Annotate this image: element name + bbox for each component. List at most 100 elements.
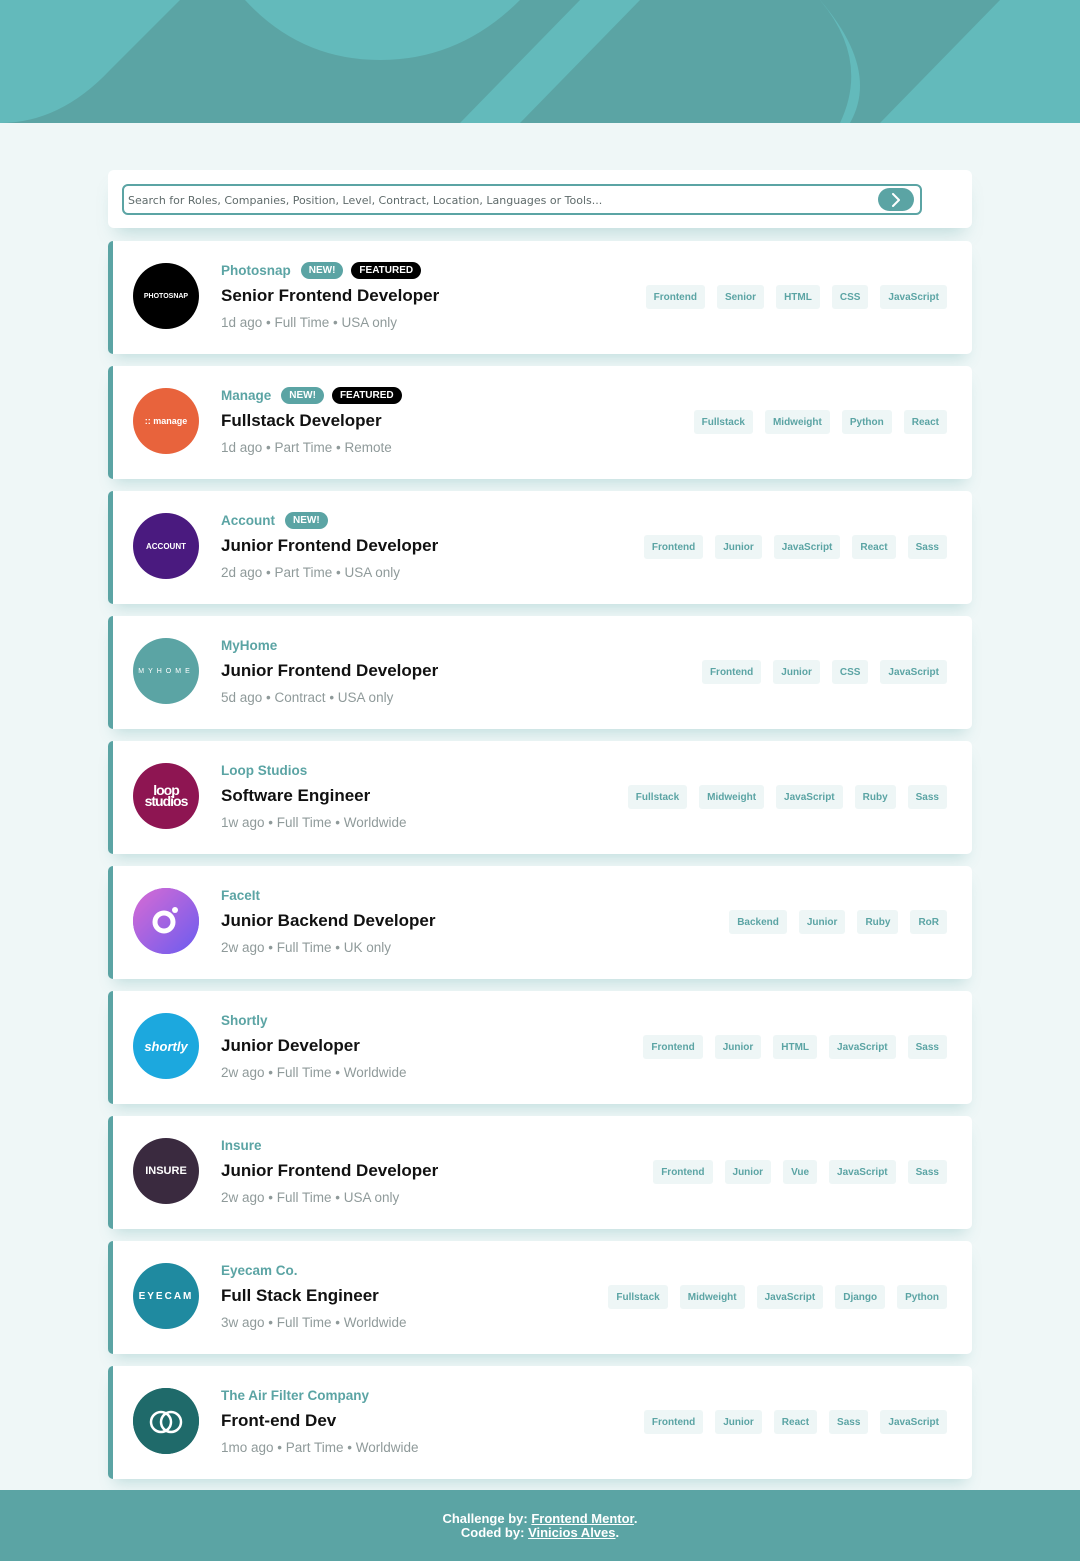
filter-tag[interactable]: Junior bbox=[715, 535, 762, 559]
job-card[interactable]: EYECAM Eyecam Co. Full Stack Engineer 3w ag… bbox=[108, 1241, 972, 1354]
job-position[interactable]: Junior Frontend Developer bbox=[221, 661, 438, 681]
filter-tag[interactable]: JavaScript bbox=[756, 1285, 824, 1309]
job-tags: Frontend Junior JavaScript React Sass bbox=[643, 535, 947, 559]
filter-tag[interactable]: Junior bbox=[724, 1160, 772, 1184]
header-banner bbox=[0, 0, 1080, 123]
filter-tag[interactable]: Junior bbox=[714, 1035, 762, 1059]
job-posted: 2w ago bbox=[221, 940, 265, 955]
job-card[interactable]: PHOTOSNAP Photosnap NEW! FEATURED Senior Fro… bbox=[108, 241, 972, 354]
job-position[interactable]: Full Stack Engineer bbox=[221, 1286, 407, 1306]
job-position[interactable]: Senior Frontend Developer bbox=[221, 286, 439, 306]
frontend-mentor-link[interactable]: Frontend Mentor bbox=[531, 1511, 634, 1526]
job-card[interactable]: ACCOUNT Account NEW! Junior Frontend Develo… bbox=[108, 491, 972, 604]
job-card[interactable]: :: manage Manage NEW! FEATURED Fullstack Dev… bbox=[108, 366, 972, 479]
filter-tag[interactable]: CSS bbox=[831, 285, 869, 309]
filter-tag[interactable]: CSS bbox=[831, 660, 869, 684]
company-logo: INSURE bbox=[133, 1138, 199, 1204]
filter-tag[interactable]: Sass bbox=[907, 535, 947, 559]
job-card[interactable]: The Air Filter Company Front-end Dev 1mo a… bbox=[108, 1366, 972, 1479]
search-button[interactable] bbox=[878, 188, 914, 211]
filter-tag[interactable]: Fullstack bbox=[627, 785, 688, 809]
filter-tag[interactable]: Junior bbox=[798, 910, 846, 934]
meta-separator: • bbox=[273, 1440, 286, 1455]
job-contract: Full Time bbox=[276, 940, 332, 955]
filter-tag[interactable]: Sass bbox=[907, 1035, 947, 1059]
filter-tag[interactable]: JavaScript bbox=[880, 1410, 947, 1434]
job-header-row: Photosnap NEW! FEATURED bbox=[221, 259, 439, 281]
filter-tag[interactable]: HTML bbox=[776, 285, 820, 309]
filter-tag[interactable]: JavaScript bbox=[776, 785, 843, 809]
filter-tag[interactable]: RoR bbox=[910, 910, 947, 934]
footer-period: . bbox=[633, 1511, 638, 1526]
filter-tag[interactable]: Frontend bbox=[643, 1035, 703, 1059]
filter-tag[interactable]: Django bbox=[835, 1285, 886, 1309]
company-logo: MYHOME bbox=[133, 638, 199, 704]
company-name: FaceIt bbox=[221, 887, 261, 903]
filter-tag[interactable]: Backend bbox=[729, 910, 787, 934]
filter-tag[interactable]: Midweight bbox=[699, 785, 765, 809]
job-tags: Frontend Senior HTML CSS JavaScript bbox=[645, 285, 947, 309]
job-position[interactable]: Junior Developer bbox=[221, 1036, 407, 1056]
job-card[interactable]: MYHOME MyHome Junior Frontend Developer 5d … bbox=[108, 616, 972, 729]
job-card[interactable]: loop studios Loop Studios Software Enginee… bbox=[108, 741, 972, 854]
filter-tag[interactable]: Sass bbox=[907, 785, 947, 809]
meta-separator: • bbox=[264, 1315, 277, 1330]
filter-tag[interactable]: Junior bbox=[715, 1410, 762, 1434]
job-header-row: The Air Filter Company bbox=[221, 1384, 419, 1406]
company-logo: shortly bbox=[133, 1013, 199, 1079]
filter-tag[interactable]: Ruby bbox=[854, 785, 896, 809]
job-meta: 2d ago • Part Time • USA only bbox=[221, 565, 438, 580]
filter-tag[interactable]: JavaScript bbox=[829, 1160, 896, 1184]
job-meta: 5d ago • Contract • USA only bbox=[221, 690, 438, 705]
filter-tag[interactable]: Fullstack bbox=[693, 410, 753, 434]
filter-tag[interactable]: Frontend bbox=[643, 535, 704, 559]
job-info: Loop Studios Software Engineer 1w ago • Fu… bbox=[221, 759, 407, 831]
new-badge: NEW! bbox=[300, 261, 344, 279]
job-position[interactable]: Fullstack Developer bbox=[221, 411, 410, 431]
filter-tag[interactable]: Junior bbox=[773, 660, 820, 684]
meta-separator: • bbox=[331, 1315, 344, 1330]
filter-tag[interactable]: Python bbox=[897, 1285, 947, 1309]
job-position[interactable]: Junior Frontend Developer bbox=[221, 1161, 438, 1181]
filter-tag[interactable]: React bbox=[903, 410, 947, 434]
filter-tag[interactable]: JavaScript bbox=[829, 1035, 896, 1059]
job-posted: 2w ago bbox=[221, 1065, 265, 1080]
filter-tag[interactable]: Python bbox=[841, 410, 892, 434]
job-position[interactable]: Junior Backend Developer bbox=[221, 911, 435, 931]
filter-tag[interactable]: JavaScript bbox=[880, 285, 947, 309]
meta-separator: • bbox=[331, 940, 344, 955]
job-info: Photosnap NEW! FEATURED Senior Frontend Dev… bbox=[221, 259, 439, 330]
job-position[interactable]: Junior Frontend Developer bbox=[221, 536, 438, 556]
job-card[interactable]: FaceIt Junior Backend Developer 2w ago • F… bbox=[108, 866, 972, 979]
job-location: USA only bbox=[341, 315, 398, 330]
job-contract: Part Time bbox=[274, 440, 333, 455]
filter-tag[interactable]: Frontend bbox=[645, 285, 705, 309]
job-info: MyHome Junior Frontend Developer 5d ago • … bbox=[221, 634, 438, 706]
filter-tag[interactable]: React bbox=[773, 1410, 818, 1434]
filter-tag[interactable]: Sass bbox=[829, 1410, 869, 1434]
filter-tag[interactable]: Vue bbox=[783, 1160, 818, 1184]
filter-tag[interactable]: Sass bbox=[907, 1160, 947, 1184]
job-position[interactable]: Front-end Dev bbox=[221, 1411, 419, 1431]
company-name: Eyecam Co. bbox=[221, 1262, 298, 1278]
filter-tag[interactable]: Ruby bbox=[857, 910, 899, 934]
filter-tag[interactable]: Midweight bbox=[679, 1285, 745, 1309]
filter-tag[interactable]: Fullstack bbox=[608, 1285, 668, 1309]
author-link[interactable]: Vinicios Alves bbox=[528, 1525, 615, 1540]
job-meta: 2w ago • Full Time • UK only bbox=[221, 940, 435, 955]
filter-tag[interactable]: Frontend bbox=[701, 660, 762, 684]
filter-tag[interactable]: Frontend bbox=[653, 1160, 713, 1184]
job-posted: 2d ago bbox=[221, 565, 263, 580]
filter-tag[interactable]: JavaScript bbox=[773, 535, 841, 559]
meta-separator: • bbox=[262, 315, 275, 330]
filter-tag[interactable]: React bbox=[852, 535, 896, 559]
job-card[interactable]: shortly Shortly Junior Developer 2w ago • F… bbox=[108, 991, 972, 1104]
filter-tag[interactable]: Frontend bbox=[643, 1410, 704, 1434]
filter-tag[interactable]: JavaScript bbox=[880, 660, 947, 684]
filter-tag[interactable]: Senior bbox=[716, 285, 765, 309]
job-position[interactable]: Software Engineer bbox=[221, 786, 407, 806]
filter-tag[interactable]: Midweight bbox=[764, 410, 830, 434]
filter-tag[interactable]: HTML bbox=[773, 1035, 818, 1059]
search-input[interactable] bbox=[128, 189, 868, 211]
job-card[interactable]: INSURE Insure Junior Frontend Developer 2w … bbox=[108, 1116, 972, 1229]
